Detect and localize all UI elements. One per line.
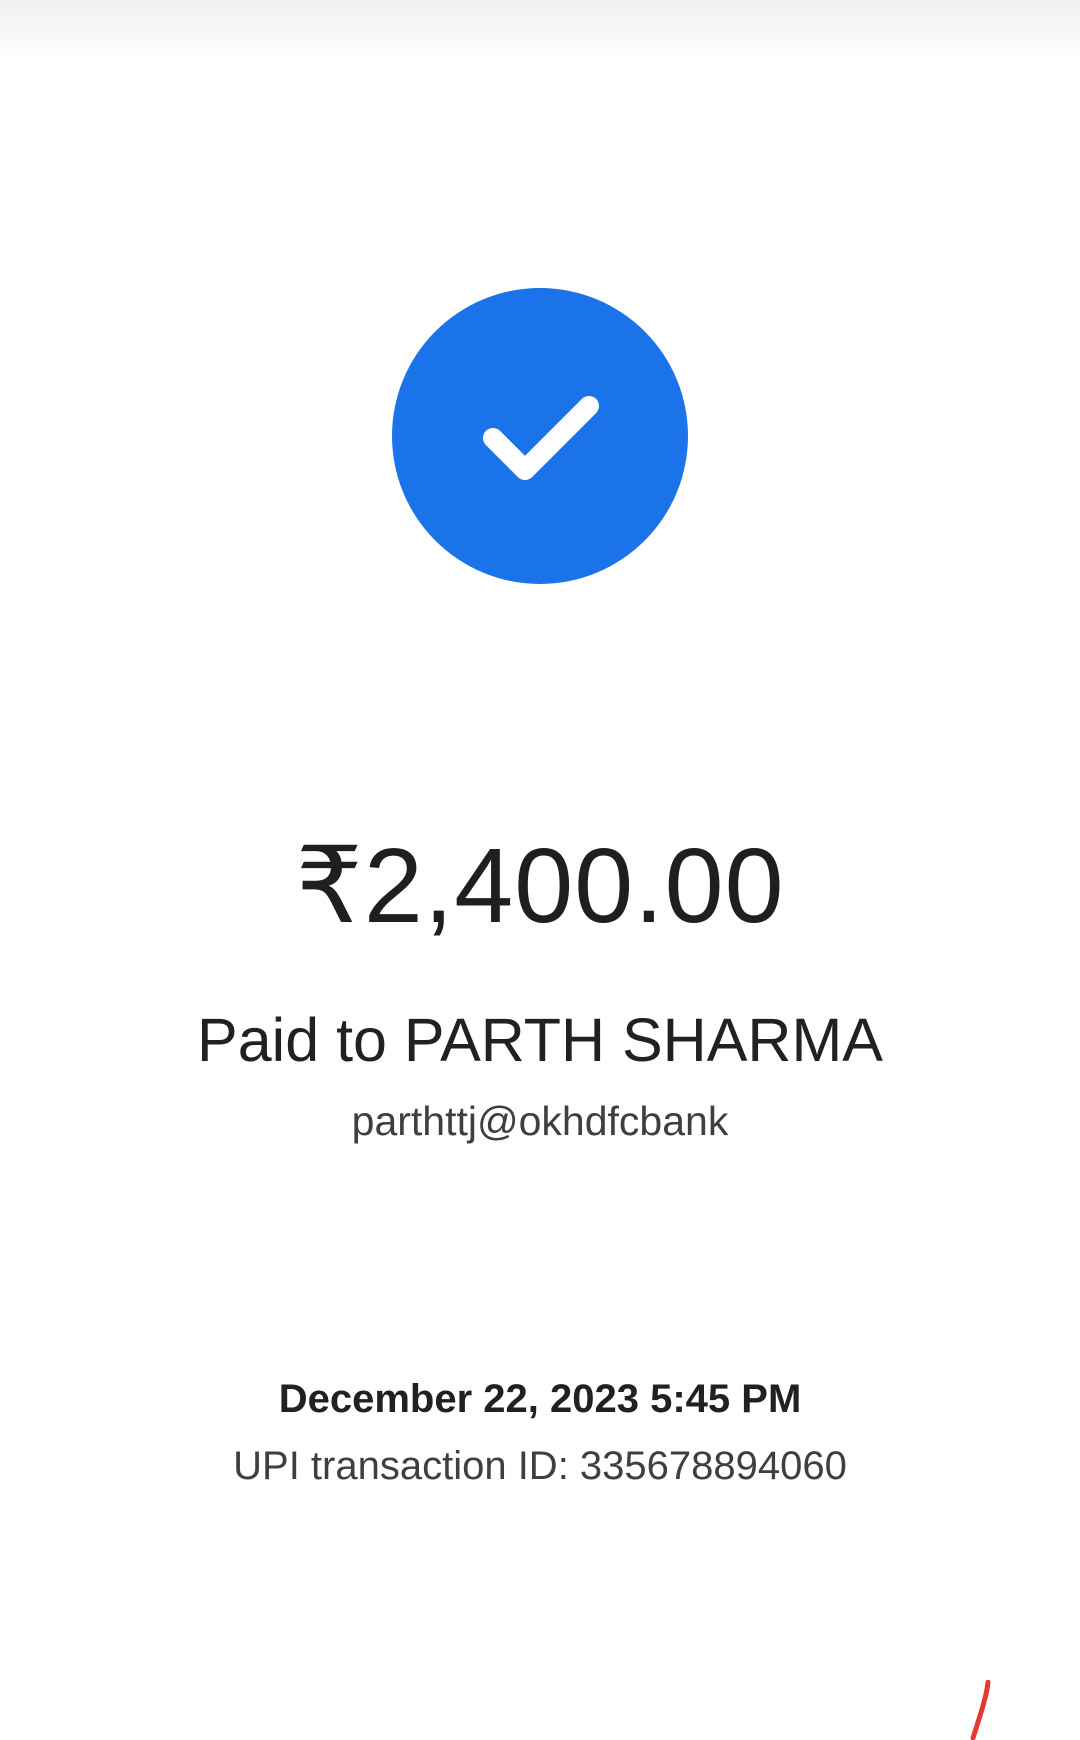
check-icon: [483, 396, 599, 480]
top-shade: [0, 0, 1080, 60]
payee-name: Paid to PARTH SHARMA: [197, 1006, 883, 1074]
upi-transaction-id: UPI transaction ID: 335678894060: [233, 1444, 847, 1488]
payee-upi-id: parthttj@okhdfcbank: [351, 1098, 729, 1144]
success-badge: [392, 288, 688, 584]
payment-amount: ₹2,400.00: [295, 827, 785, 945]
transaction-datetime: December 22, 2023 5:45 PM: [278, 1377, 802, 1421]
annotation-pen-mark: [970, 1680, 991, 1740]
